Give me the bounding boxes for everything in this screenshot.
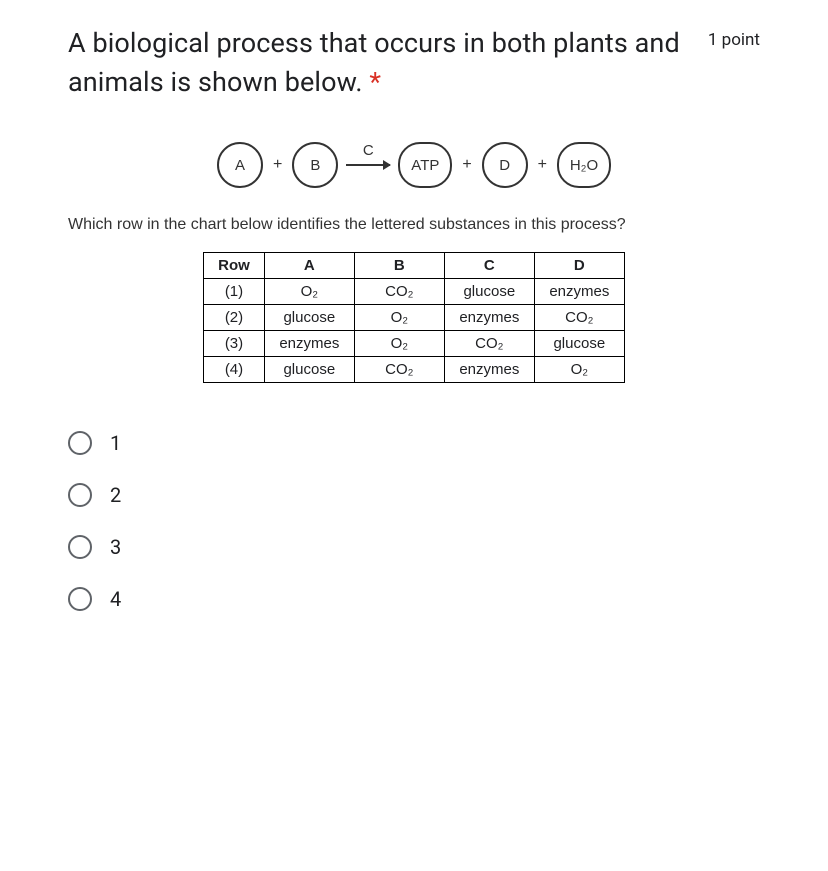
plus-icon: +	[460, 156, 473, 174]
option-label: 2	[110, 483, 121, 507]
table-cell: O₂	[354, 331, 444, 357]
option-1[interactable]: 1	[68, 431, 760, 455]
option-2[interactable]: 2	[68, 483, 760, 507]
table-cell: O₂	[534, 357, 624, 383]
radio-icon	[68, 587, 92, 611]
table-cell: CO₂	[534, 305, 624, 331]
answer-options: 1 2 3 4	[68, 431, 760, 611]
table-cell: CO₂	[354, 279, 444, 305]
table-cell: enzymes	[444, 305, 534, 331]
table-header: C	[444, 253, 534, 279]
table-header: D	[534, 253, 624, 279]
data-table: Row A B C D (1) O₂ CO₂ glucose enzymes (…	[203, 252, 625, 383]
table-cell: O₂	[264, 279, 354, 305]
table-cell: (1)	[204, 279, 265, 305]
option-label: 3	[110, 535, 121, 559]
table-cell: (2)	[204, 305, 265, 331]
plus-icon: +	[536, 156, 549, 174]
table-cell: glucose	[264, 357, 354, 383]
table-cell: glucose	[264, 305, 354, 331]
radio-icon	[68, 483, 92, 507]
chemical-diagram: A + B C ATP + D + H₂O	[68, 142, 760, 188]
table-row: (3) enzymes O₂ CO₂ glucose	[204, 331, 625, 357]
arrow-label: C	[363, 142, 374, 159]
table-cell: CO₂	[444, 331, 534, 357]
table-cell: O₂	[354, 305, 444, 331]
table-header-row: Row A B C D	[204, 253, 625, 279]
option-3[interactable]: 3	[68, 535, 760, 559]
table-cell: (4)	[204, 357, 265, 383]
question-points: 1 point	[708, 24, 760, 50]
table-header: B	[354, 253, 444, 279]
option-4[interactable]: 4	[68, 587, 760, 611]
question-title: A biological process that occurs in both…	[68, 24, 708, 102]
diagram-node-b: B	[292, 142, 338, 188]
table-cell: enzymes	[264, 331, 354, 357]
diagram-node-atp: ATP	[398, 142, 452, 188]
required-asterisk: *	[369, 66, 381, 98]
table-cell: enzymes	[534, 279, 624, 305]
option-label: 1	[110, 431, 121, 455]
table-row: (1) O₂ CO₂ glucose enzymes	[204, 279, 625, 305]
radio-icon	[68, 431, 92, 455]
table-row: (4) glucose CO₂ enzymes O₂	[204, 357, 625, 383]
table-cell: enzymes	[444, 357, 534, 383]
diagram-node-h2o: H₂O	[557, 142, 611, 188]
radio-icon	[68, 535, 92, 559]
data-table-container: Row A B C D (1) O₂ CO₂ glucose enzymes (…	[68, 252, 760, 383]
diagram-node-d: D	[482, 142, 528, 188]
arrow-icon: C	[346, 164, 390, 166]
table-cell: glucose	[444, 279, 534, 305]
table-header: A	[264, 253, 354, 279]
table-row: (2) glucose O₂ enzymes CO₂	[204, 305, 625, 331]
table-cell: glucose	[534, 331, 624, 357]
table-cell: (3)	[204, 331, 265, 357]
table-cell: CO₂	[354, 357, 444, 383]
option-label: 4	[110, 587, 121, 611]
sub-question-text: Which row in the chart below identifies …	[68, 216, 760, 234]
question-header: A biological process that occurs in both…	[68, 24, 760, 102]
plus-icon: +	[271, 156, 284, 174]
table-header: Row	[204, 253, 265, 279]
diagram-node-a: A	[217, 142, 263, 188]
